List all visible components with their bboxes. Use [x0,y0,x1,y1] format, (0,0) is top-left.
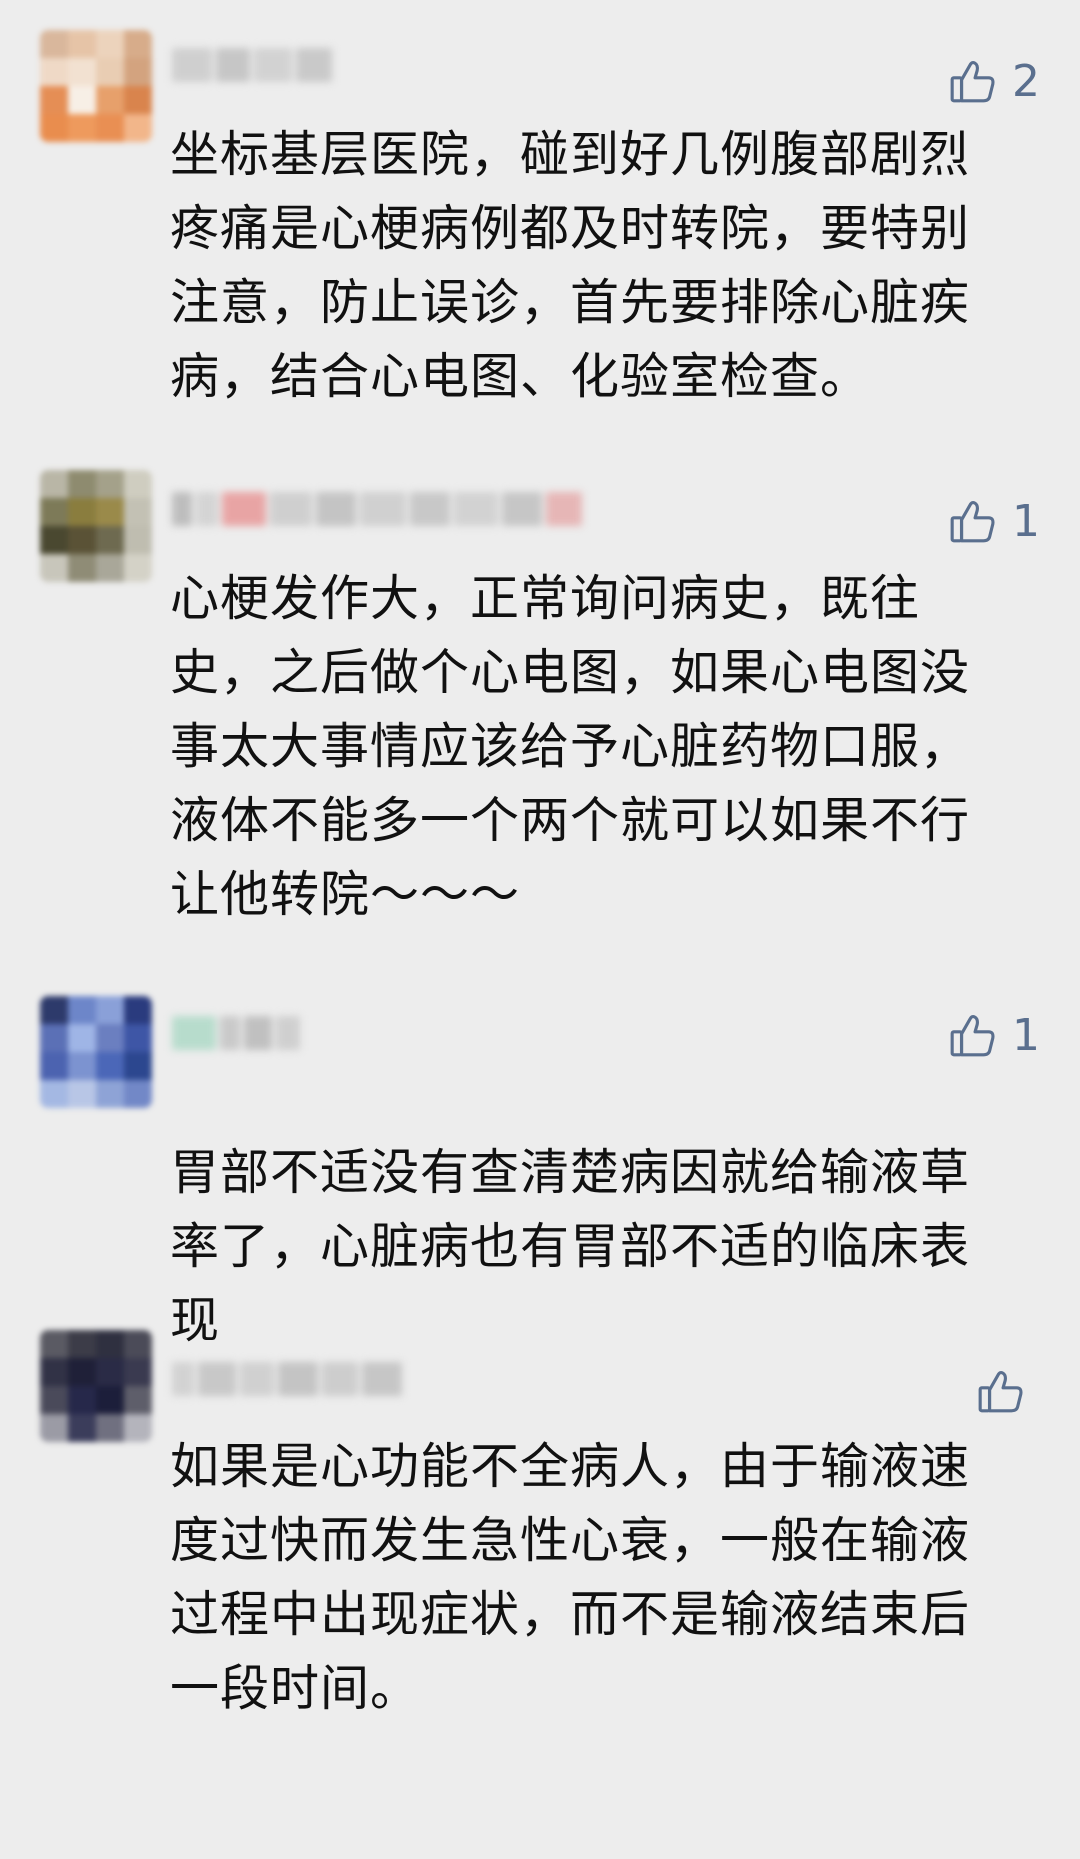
avatar[interactable] [40,470,152,582]
thumbs-up-icon [948,1011,998,1061]
comment-text: 如果是心功能不全病人，由于输液速度过快而发生急性心衰，一般在输液过程中出现症状，… [170,1438,971,1717]
like-count: 1 [1012,496,1040,547]
thumbs-up-icon [948,497,998,547]
comment-item: 1 胃部不适没有查清楚病因就给输液草率了，心脏病也有胃部不适的临床表现 [0,996,1080,1349]
comment-text: 胃部不适没有查清楚病因就给输液草率了，心脏病也有胃部不适的临床表现 [170,1144,971,1349]
comment-text: 心梗发作大，正常询问病史，既往史，之后做个心电图，如果心电图没事太大事情应该给予… [170,570,971,923]
like-count: 2 [1012,56,1040,107]
comment-item: 1 心梗发作大，正常询问病史，既往史，之后做个心电图，如果心电图没事太大事情应该… [0,470,1080,923]
thumbs-up-icon [976,1367,1026,1417]
avatar[interactable] [40,30,152,142]
comment-item: 如果是心功能不全病人，由于输液速度过快而发生急性心衰，一般在输液过程中出现症状，… [0,1330,1080,1859]
like-button[interactable]: 1 [948,492,1040,552]
username-blurred[interactable] [172,1008,300,1058]
avatar[interactable] [40,996,152,1108]
thumbs-up-icon [948,57,998,107]
like-count: 1 [1012,1010,1040,1061]
username-blurred[interactable] [172,1354,402,1404]
username-blurred[interactable] [172,484,582,534]
like-button[interactable]: 2 [948,52,1040,112]
comment-text: 坐标基层医院，碰到好几例腹部剧烈疼痛是心梗病例都及时转院，要特别注意，防止误诊，… [170,126,971,405]
avatar[interactable] [40,1330,152,1442]
like-button[interactable] [976,1362,1040,1422]
like-button[interactable]: 1 [948,1006,1040,1066]
comment-item: 2 坐标基层医院，碰到好几例腹部剧烈疼痛是心梗病例都及时转院，要特别注意，防止误… [0,30,1080,470]
username-blurred[interactable] [172,40,332,90]
